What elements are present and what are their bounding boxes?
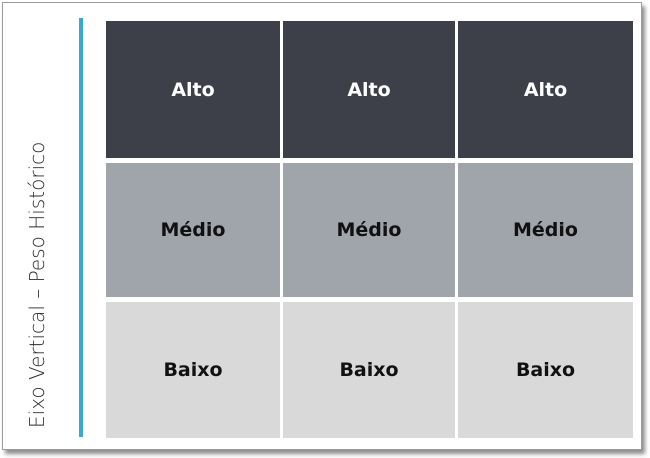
cell-alto-1: Alto (106, 21, 280, 158)
cell-alto-3: Alto (458, 21, 633, 158)
vertical-axis-label: Eixo Vertical – Peso Histórico (25, 141, 49, 428)
cell-medio-1: Médio (106, 163, 280, 297)
cell-baixo-2: Baixo (283, 302, 455, 438)
diagram-frame: Eixo Vertical – Peso Histórico Alto Alto… (2, 2, 642, 450)
weight-matrix: Alto Alto Alto Médio Médio Médio Baixo B… (106, 21, 633, 438)
cell-baixo-3: Baixo (458, 302, 633, 438)
cell-medio-2: Médio (283, 163, 455, 297)
cell-medio-3: Médio (458, 163, 633, 297)
vertical-axis-bar (79, 18, 83, 437)
cell-alto-2: Alto (283, 21, 455, 158)
cell-baixo-1: Baixo (106, 302, 280, 438)
